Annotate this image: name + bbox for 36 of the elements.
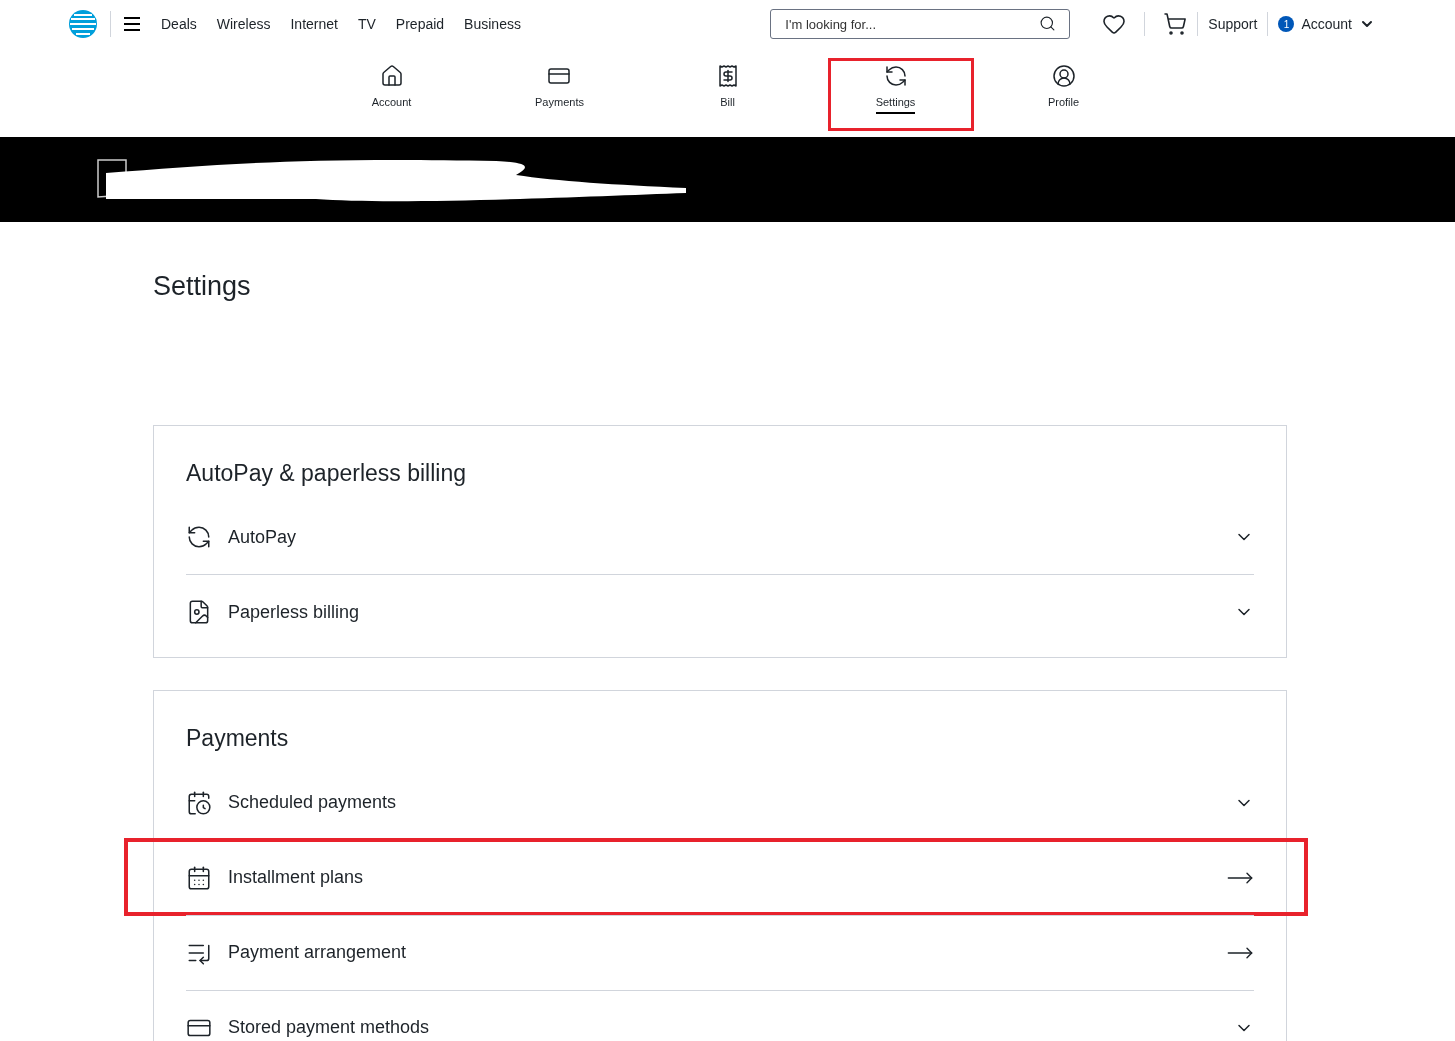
search-icon[interactable] (1039, 15, 1057, 32)
page-title: Settings (153, 270, 252, 303)
nav-link[interactable]: Business (464, 13, 521, 35)
calendar-clock-icon (186, 789, 212, 816)
support-link[interactable]: Support (1208, 13, 1258, 35)
settings-row[interactable]: Stored payment methods (186, 990, 1254, 1041)
nav-link[interactable]: Wireless (216, 13, 271, 35)
settings-row[interactable]: Payment arrangement (186, 915, 1254, 990)
user-circle-icon (1051, 64, 1076, 88)
account-menu-button[interactable]: 1 Account (1278, 13, 1375, 35)
settings-row[interactable]: Paperless billing (186, 575, 1254, 649)
nav-link[interactable]: Prepaid (395, 13, 445, 35)
heart-icon[interactable] (1102, 12, 1127, 36)
account-label: Account (1301, 14, 1352, 34)
notification-badge: 1 (1278, 16, 1295, 32)
house-icon (379, 64, 404, 88)
globe-logo-icon[interactable] (68, 9, 98, 39)
circular-arrows-icon (883, 64, 908, 88)
circular-arrows-icon (186, 524, 212, 550)
calendar-icon (186, 864, 212, 891)
menu-icon[interactable] (123, 16, 141, 32)
section-tab[interactable]: Bill (715, 64, 740, 114)
section-tab[interactable]: Settings (875, 64, 916, 114)
settings-row[interactable]: Installment plans (186, 840, 1254, 915)
card-title: AutoPay & paperless billing (186, 458, 467, 488)
settings-row[interactable]: AutoPay (186, 500, 1254, 574)
section-tab[interactable]: Profile (1047, 64, 1080, 114)
section-tab[interactable]: Payments (535, 64, 584, 114)
cart-icon[interactable] (1163, 12, 1188, 36)
nav-link[interactable]: Deals (161, 13, 197, 35)
settings-row[interactable]: Scheduled payments (186, 765, 1254, 840)
nav-link[interactable]: TV (357, 13, 376, 35)
nav-link[interactable]: Internet (290, 13, 338, 35)
card-title: Payments (186, 724, 290, 753)
search-field[interactable]: I'm looking for... (770, 9, 1071, 39)
section-tab[interactable]: Account (371, 64, 412, 114)
